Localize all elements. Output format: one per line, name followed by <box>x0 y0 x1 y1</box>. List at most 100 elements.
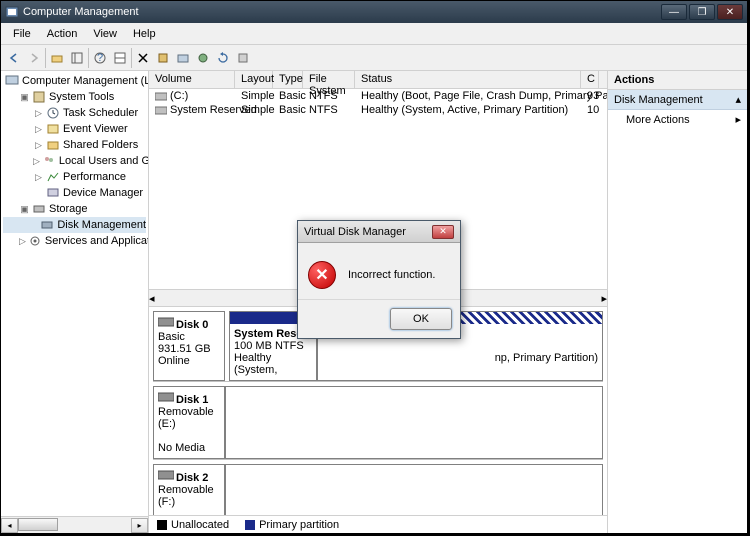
toolbar: ? <box>1 45 747 71</box>
dialog-message: Incorrect function. <box>348 269 435 281</box>
collapse-icon[interactable]: ▣ <box>19 204 30 215</box>
col-status[interactable]: Status <box>355 71 581 88</box>
col-c[interactable]: C <box>581 71 599 88</box>
tree-local-users[interactable]: ▷Local Users and Groups <box>3 153 146 169</box>
col-fs[interactable]: File System <box>303 71 355 88</box>
settings-button[interactable] <box>154 49 172 67</box>
col-type[interactable]: Type <box>273 71 303 88</box>
disk-icon <box>158 469 174 481</box>
back-button[interactable] <box>5 49 23 67</box>
menu-help[interactable]: Help <box>125 26 164 42</box>
chevron-up-icon: ▴ <box>735 93 741 106</box>
error-dialog: Virtual Disk Manager ✕ ✕ Incorrect funct… <box>297 220 461 339</box>
close-button[interactable]: ✕ <box>717 4 743 20</box>
tree-shared-folders[interactable]: ▷Shared Folders <box>3 137 146 153</box>
titlebar[interactable]: Computer Management — ❐ ✕ <box>1 1 747 23</box>
expand-icon[interactable]: ▷ <box>19 236 26 247</box>
volume-row[interactable]: System Reserved Simple Basic NTFS Health… <box>149 103 607 117</box>
volume-row[interactable]: (C:) Simple Basic NTFS Healthy (Boot, Pa… <box>149 89 607 103</box>
no-media-area[interactable] <box>225 464 603 515</box>
window-title: Computer Management <box>23 6 139 18</box>
event-icon <box>46 122 60 136</box>
show-hide-button[interactable] <box>68 49 86 67</box>
menu-view[interactable]: View <box>85 26 125 42</box>
tree-pane: Computer Management (Local) ▣System Tool… <box>1 71 149 533</box>
ok-button[interactable]: OK <box>390 308 452 330</box>
expand-icon[interactable]: ▷ <box>33 156 40 167</box>
gear-icon <box>28 234 42 248</box>
minimize-button[interactable]: — <box>661 4 687 20</box>
refresh-button[interactable] <box>214 49 232 67</box>
disk-row[interactable]: Disk 2 Removable (F:) No Media <box>153 464 603 515</box>
chart-icon <box>46 170 60 184</box>
tree-storage[interactable]: ▣Storage <box>3 201 146 217</box>
dialog-close-button[interactable]: ✕ <box>432 225 454 239</box>
layout-button[interactable] <box>111 49 129 67</box>
delete-button[interactable] <box>134 49 152 67</box>
tree-device-manager[interactable]: Device Manager <box>3 185 146 201</box>
scroll-left-button[interactable]: ◂ <box>149 292 155 305</box>
expand-icon[interactable]: ▷ <box>33 172 44 183</box>
tree-hscroll[interactable]: ◂ ▸ <box>1 516 148 533</box>
scroll-thumb[interactable] <box>18 518 58 531</box>
menu-file[interactable]: File <box>5 26 39 42</box>
toolbar-sep3 <box>131 48 132 68</box>
col-layout[interactable]: Layout <box>235 71 273 88</box>
tb-btn-2[interactable] <box>194 49 212 67</box>
disk-icon <box>158 316 174 328</box>
users-icon <box>42 154 56 168</box>
action-more[interactable]: More Actions▸ <box>608 110 747 129</box>
scroll-right-button[interactable]: ▸ <box>131 518 148 533</box>
device-icon <box>46 186 60 200</box>
tree-disk-management[interactable]: Disk Management <box>3 217 146 233</box>
disk-header[interactable]: Disk 0 Basic 931.51 GB Online <box>153 311 225 381</box>
scroll-right-button[interactable]: ▸ <box>601 292 607 305</box>
expand-icon[interactable]: ▷ <box>33 140 44 151</box>
toolbar-sep2 <box>88 48 89 68</box>
computer-icon <box>5 74 19 88</box>
properties-button[interactable]: ? <box>91 49 109 67</box>
actions-category[interactable]: Disk Management▴ <box>608 90 747 110</box>
tree-event-viewer[interactable]: ▷Event Viewer <box>3 121 146 137</box>
storage-icon <box>32 202 46 216</box>
col-volume[interactable]: Volume <box>149 71 235 88</box>
dialog-title: Virtual Disk Manager <box>304 226 406 238</box>
tree-task-scheduler[interactable]: ▷Task Scheduler <box>3 105 146 121</box>
collapse-icon[interactable]: ▣ <box>19 92 30 103</box>
tree-services[interactable]: ▷Services and Applications <box>3 233 146 249</box>
disk-icon <box>158 391 174 403</box>
disk-header[interactable]: Disk 2 Removable (F:) No Media <box>153 464 225 515</box>
scroll-left-button[interactable]: ◂ <box>1 518 18 533</box>
forward-button[interactable] <box>25 49 43 67</box>
dialog-titlebar[interactable]: Virtual Disk Manager ✕ <box>298 221 460 243</box>
tb-btn-3[interactable] <box>234 49 252 67</box>
tree-system-tools[interactable]: ▣System Tools <box>3 89 146 105</box>
svg-text:?: ? <box>97 52 103 64</box>
up-button[interactable] <box>48 49 66 67</box>
tree-performance[interactable]: ▷Performance <box>3 169 146 185</box>
volume-list-header: Volume Layout Type File System Status C <box>149 71 607 89</box>
disk-icon <box>40 218 54 232</box>
legend-swatch-unallocated <box>157 520 167 530</box>
menu-action[interactable]: Action <box>39 26 86 42</box>
drive-icon <box>155 91 167 101</box>
actions-pane: Actions Disk Management▴ More Actions▸ <box>607 71 747 533</box>
no-media-area[interactable] <box>225 386 603 459</box>
app-icon <box>5 5 19 19</box>
disk-header[interactable]: Disk 1 Removable (E:) No Media <box>153 386 225 459</box>
disk-row[interactable]: Disk 1 Removable (E:) No Media <box>153 386 603 460</box>
maximize-button[interactable]: ❐ <box>689 4 715 20</box>
menubar: File Action View Help <box>1 23 747 45</box>
tb-btn-1[interactable] <box>174 49 192 67</box>
error-icon: ✕ <box>308 261 336 289</box>
toolbar-sep <box>45 48 46 68</box>
folder-icon <box>46 138 60 152</box>
chevron-right-icon: ▸ <box>735 113 741 126</box>
expand-icon[interactable]: ▷ <box>33 124 44 135</box>
drive-icon <box>155 105 167 115</box>
clock-icon <box>46 106 60 120</box>
legend-swatch-primary <box>245 520 255 530</box>
tree-root[interactable]: Computer Management (Local) <box>3 73 146 89</box>
tools-icon <box>32 90 46 104</box>
expand-icon[interactable]: ▷ <box>33 108 44 119</box>
